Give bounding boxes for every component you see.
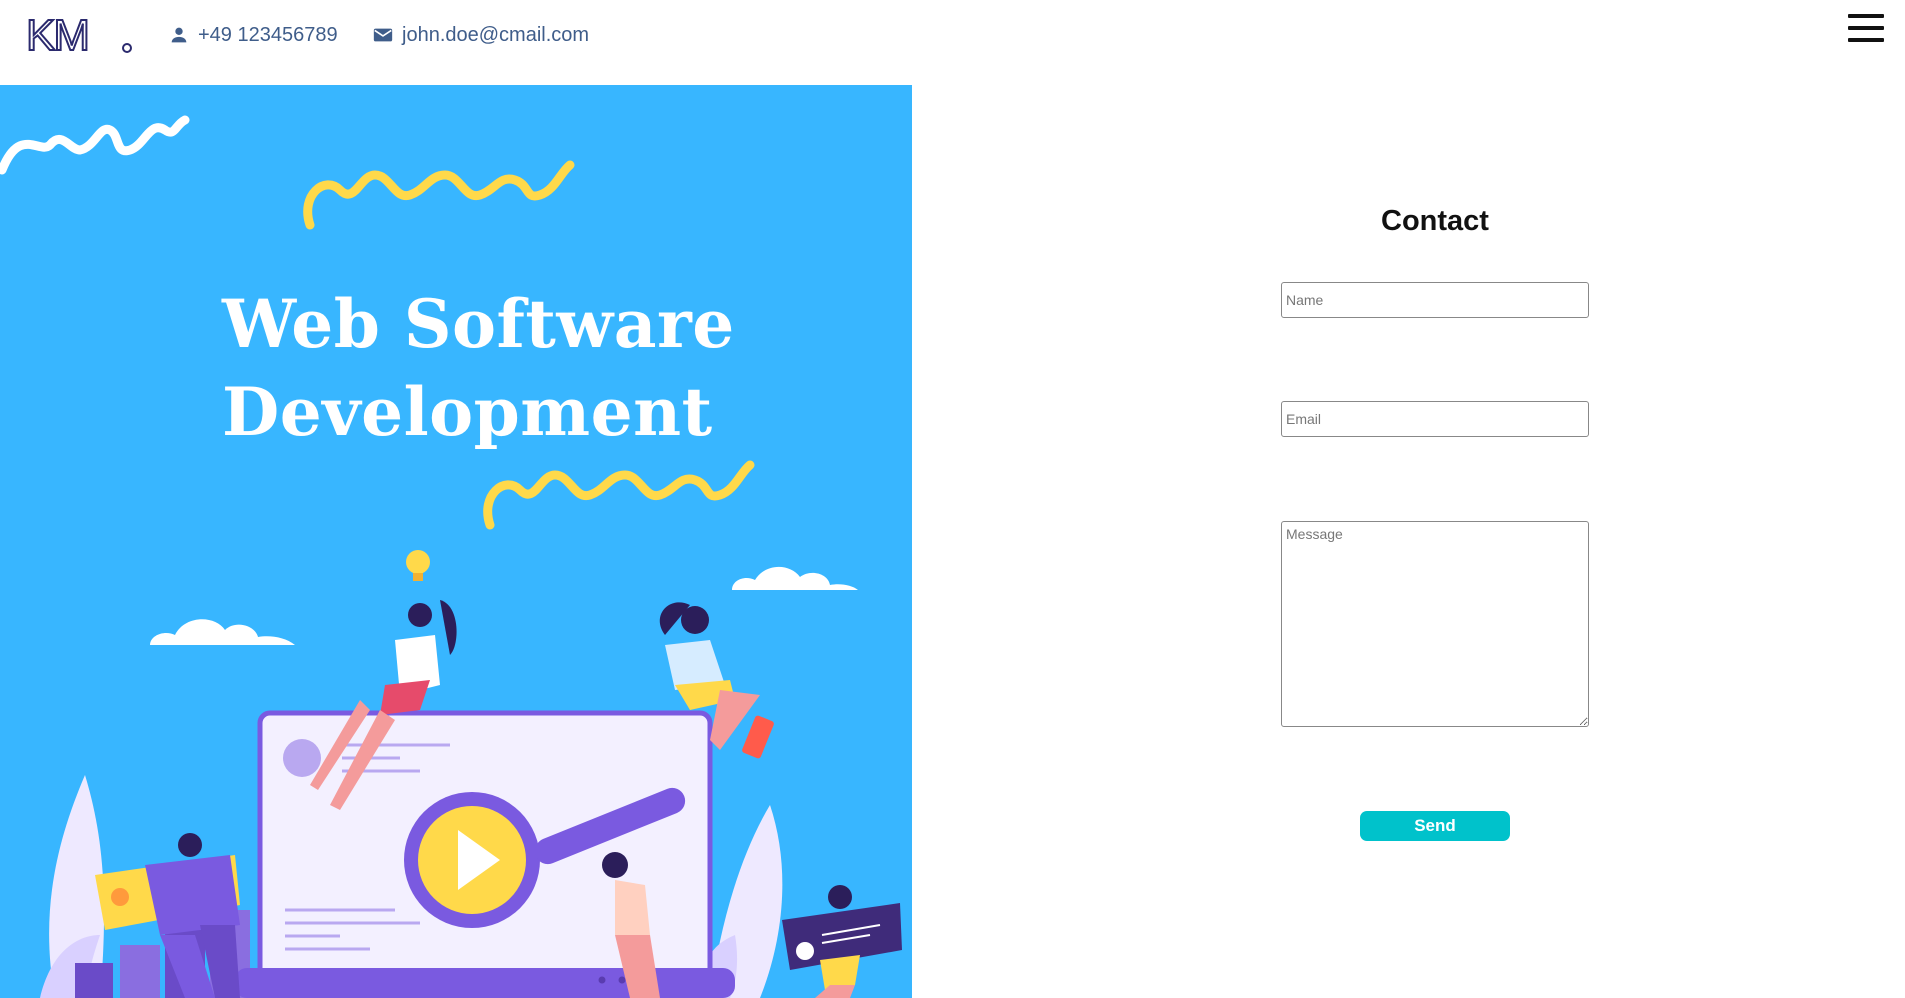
email-input[interactable] [1281,401,1589,437]
mail-icon [373,28,393,42]
hero-title-line1: Web Software [222,285,735,363]
yellow-squiggle-top [303,160,575,230]
hero-section: Web Software Development [0,85,912,998]
phone-contact: +49 123456789 [168,22,338,48]
site-header: KM +49 123456789 john.doe@cmail.com [0,0,1905,85]
cloud-right [732,566,858,590]
person-icon [171,27,187,43]
send-button[interactable]: Send [1360,811,1510,841]
phone-number: +49 123456789 [198,23,338,46]
lightbulb [406,550,430,574]
name-input[interactable] [1281,282,1589,318]
contact-title: Contact [1381,205,1489,237]
message-textarea[interactable] [1281,521,1589,727]
svg-text:KM: KM [26,11,88,60]
hamburger-menu-icon[interactable] [1848,14,1886,46]
km-logo[interactable]: KM [24,10,134,60]
email-contact: john.doe@cmail.com [372,22,589,48]
hero-illustration [0,115,902,998]
email-address: john.doe@cmail.com [402,23,590,46]
hero-title-line2: Development [222,373,713,451]
hero-title: Web Software Development [222,280,782,456]
white-squiggle [0,115,190,175]
yellow-squiggle-bottom [483,460,755,530]
cloud-left [150,619,295,645]
laptop-base [235,968,735,998]
